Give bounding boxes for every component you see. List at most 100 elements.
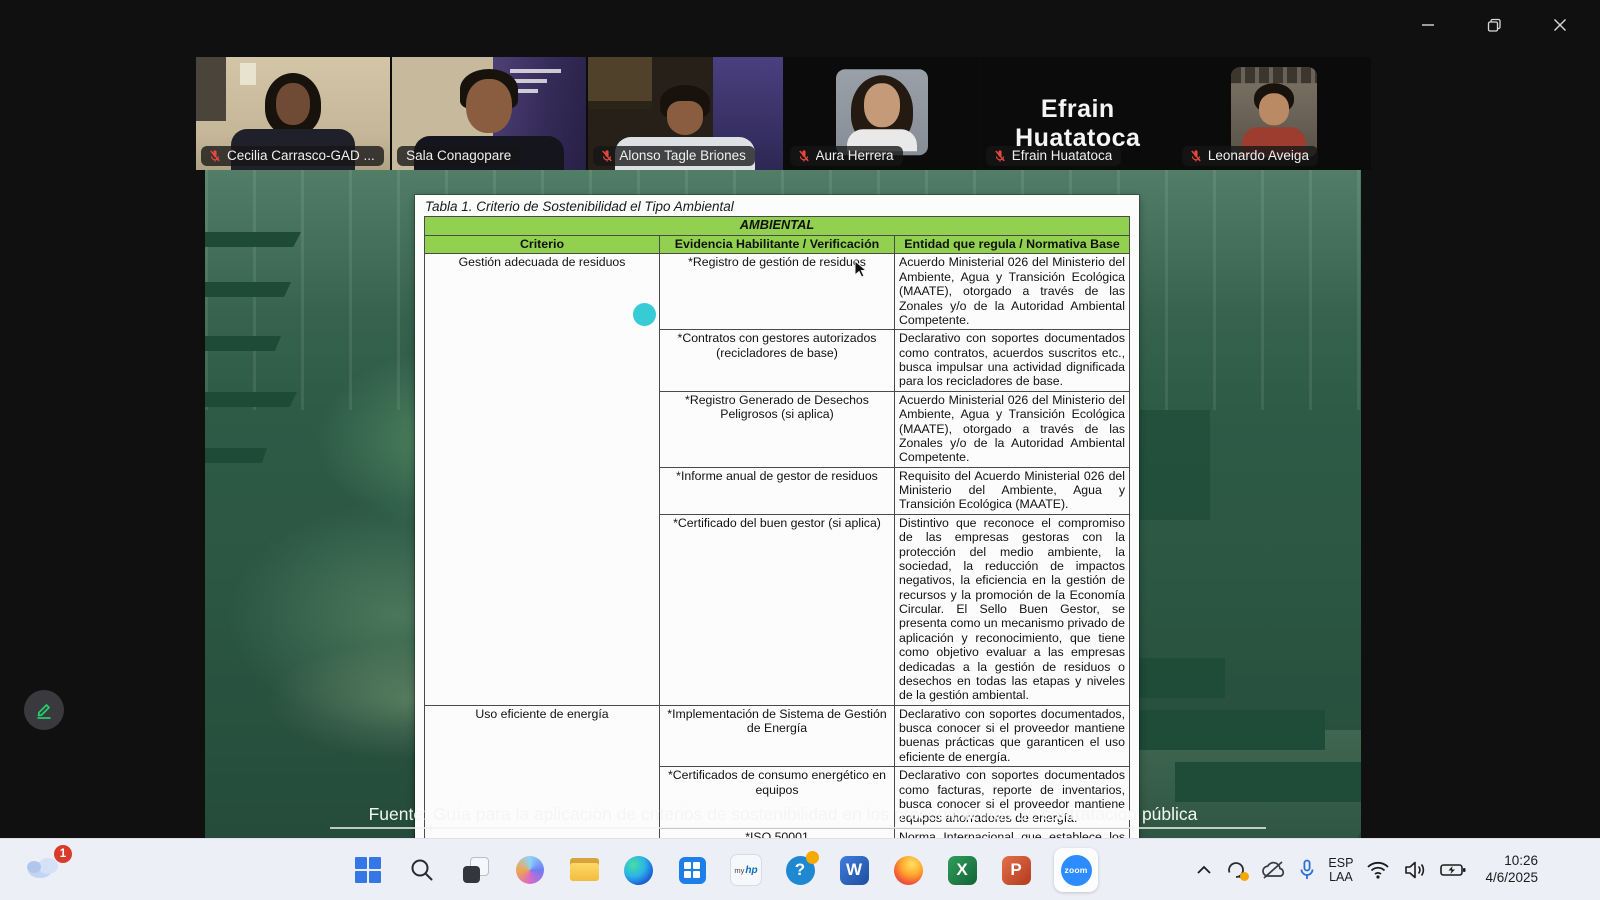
- myhp-label-my: my: [734, 866, 744, 875]
- firefox-icon: [894, 856, 923, 885]
- minimize-icon: [1421, 18, 1435, 32]
- excel-button[interactable]: X: [946, 854, 978, 886]
- table-row: Uso eficiente de energía *Implementación…: [425, 705, 1130, 767]
- evidencia-cell: *Informe anual de gestor de residuos: [660, 467, 895, 514]
- question-glyph: ?: [795, 860, 805, 880]
- muted-mic-icon: [797, 149, 811, 163]
- wifi-button[interactable]: [1366, 861, 1390, 879]
- muted-mic-icon: [208, 149, 222, 163]
- task-view-icon: [463, 857, 489, 883]
- participant-name: Leonardo Aveiga: [1208, 148, 1309, 163]
- evidencia-cell: *Registro Generado de Desechos Peligroso…: [660, 391, 895, 467]
- shared-screen-content: Tabla 1. Criterio de Sostenibilidad el T…: [205, 170, 1361, 838]
- video-tile-efrain[interactable]: Efrain Huatatoca Efrain Huatatoca: [981, 57, 1175, 170]
- shared-document: Tabla 1. Criterio de Sostenibilidad el T…: [415, 195, 1139, 838]
- word-button[interactable]: W: [838, 854, 870, 886]
- alert-dot: [806, 851, 819, 864]
- microphone-in-use-button[interactable]: [1299, 859, 1315, 881]
- start-button[interactable]: [352, 854, 384, 886]
- participant-avatar: [836, 69, 928, 155]
- edge-icon: [624, 856, 653, 885]
- entidad-cell: Acuerdo Ministerial 026 del Ministerio d…: [895, 254, 1130, 330]
- source-note: Fuente: Guía para la aplicación de crite…: [205, 804, 1361, 825]
- sustainability-table: AMBIENTAL Criterio Evidencia Habilitante…: [424, 216, 1130, 838]
- question-mark-icon: ?: [786, 856, 815, 885]
- tray-overflow-button[interactable]: [1196, 865, 1212, 875]
- video-tile-cecilia[interactable]: Cecilia Carrasco-GAD ...: [196, 57, 390, 170]
- tray-time: 10:26: [1485, 853, 1538, 870]
- restore-button[interactable]: [1474, 10, 1514, 40]
- table-title: Tabla 1. Criterio de Sostenibilidad el T…: [425, 199, 1130, 214]
- zoom-label: zoom: [1065, 865, 1088, 875]
- close-button[interactable]: [1540, 10, 1580, 40]
- annotate-pencil-button[interactable]: [24, 690, 64, 730]
- excel-letter: X: [956, 860, 967, 880]
- col-header-entidad: Entidad que regula / Normativa Base: [895, 235, 1130, 254]
- evidencia-cell: *Implementación de Sistema de Gestión de…: [660, 705, 895, 767]
- edge-browser-button[interactable]: [622, 854, 654, 886]
- entidad-cell: Declarativo con soportes documentados co…: [895, 330, 1130, 392]
- search-button[interactable]: [406, 854, 438, 886]
- participant-name: Sala Conagopare: [406, 148, 511, 163]
- powerpoint-icon: P: [1002, 856, 1031, 885]
- wifi-icon: [1366, 861, 1390, 879]
- video-tile-alonso[interactable]: Alonso Tagle Briones: [588, 57, 782, 170]
- copilot-button[interactable]: [514, 854, 546, 886]
- myhp-button[interactable]: myhp: [730, 854, 762, 886]
- zoom-app-button-active[interactable]: zoom: [1054, 848, 1098, 892]
- muted-mic-icon: [1189, 149, 1203, 163]
- onedrive-status-button[interactable]: [1260, 860, 1286, 880]
- participant-name: Cecilia Carrasco-GAD ...: [227, 148, 375, 163]
- folder-icon: [570, 858, 599, 882]
- microsoft-store-button[interactable]: [676, 854, 708, 886]
- windows-logo-icon: [355, 857, 381, 883]
- video-tile-aura[interactable]: Aura Herrera: [785, 57, 979, 170]
- participant-name-pill: Efrain Huatatoca: [986, 146, 1122, 166]
- myhp-icon: myhp: [730, 854, 762, 886]
- volume-button[interactable]: [1403, 860, 1427, 880]
- speaker-icon: [1403, 860, 1427, 880]
- store-icon: [679, 857, 706, 884]
- word-letter: W: [846, 860, 862, 880]
- zoom-meeting-window: Cecilia Carrasco-GAD ... Sala Conagopare: [0, 0, 1600, 900]
- page-edge-line: [330, 827, 1266, 829]
- clock[interactable]: 10:26 4/6/2025: [1485, 853, 1538, 887]
- firefox-button[interactable]: [892, 854, 924, 886]
- participant-name-pill: Leonardo Aveiga: [1182, 146, 1318, 166]
- participant-name-pill: Alonso Tagle Briones: [593, 146, 755, 166]
- copilot-icon: [516, 856, 544, 884]
- taskbar-icons: myhp ? W X P zoo: [352, 846, 1098, 894]
- excel-icon: X: [948, 856, 977, 885]
- participant-name-pill: Sala Conagopare: [397, 146, 520, 166]
- language-code: ESP: [1328, 856, 1353, 870]
- file-explorer-button[interactable]: [568, 854, 600, 886]
- myhp-label-hp: hp: [745, 865, 757, 876]
- microphone-icon: [1299, 859, 1315, 881]
- windows-taskbar: 1: [0, 838, 1600, 900]
- chevron-up-icon: [1196, 865, 1212, 875]
- video-tile-leonardo[interactable]: Leonardo Aveiga: [1177, 57, 1371, 170]
- table-section-header: AMBIENTAL: [425, 217, 1130, 236]
- task-view-button[interactable]: [460, 854, 492, 886]
- sync-alert-dot: [1240, 872, 1249, 881]
- keyboard-layout: LAA: [1328, 870, 1353, 884]
- hp-support-button[interactable]: ?: [784, 854, 816, 886]
- widgets-button[interactable]: 1: [24, 851, 68, 891]
- entidad-cell: Requisito del Acuerdo Ministerial 026 de…: [895, 467, 1130, 514]
- col-header-evidencia: Evidencia Habilitante / Verificación: [660, 235, 895, 254]
- video-tile-sala-conagopare[interactable]: Sala Conagopare: [392, 57, 586, 170]
- evidencia-cell: *ISO 50001: [660, 828, 895, 838]
- powerpoint-button[interactable]: P: [1000, 854, 1032, 886]
- language-indicator[interactable]: ESP LAA: [1328, 856, 1353, 884]
- participant-name: Alonso Tagle Briones: [619, 148, 746, 163]
- active-app-highlight: zoom: [1054, 848, 1098, 892]
- sync-status-button[interactable]: [1225, 859, 1247, 881]
- table-header-row: Criterio Evidencia Habilitante / Verific…: [425, 235, 1130, 254]
- entidad-cell: Distintivo que reconoce el compromiso de…: [895, 514, 1130, 705]
- system-tray: ESP LAA: [1196, 839, 1538, 900]
- participant-name: Efrain Huatatoca: [1012, 148, 1113, 163]
- minimize-button[interactable]: [1408, 10, 1448, 40]
- entidad-cell: Norma Internacional que establece los re…: [895, 828, 1130, 838]
- battery-button[interactable]: [1440, 862, 1466, 878]
- cloud-offline-icon: [1260, 860, 1286, 880]
